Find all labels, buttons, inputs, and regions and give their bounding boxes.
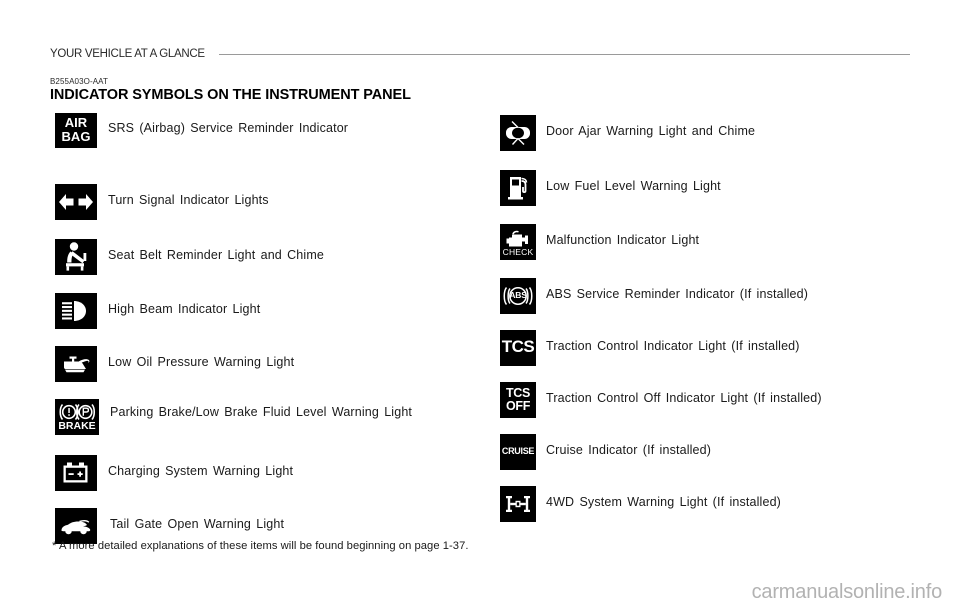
parking-brake-icon: BRAKE bbox=[55, 399, 99, 435]
symbol-label-malfunction: Malfunction Indicator Light bbox=[546, 233, 700, 247]
watermark: carmanualsonline.info bbox=[751, 581, 943, 603]
symbol-label-high-beam: High Beam Indicator Light bbox=[108, 302, 261, 316]
symbol-row-low-fuel: Low Fuel Level Warning Light bbox=[500, 170, 920, 206]
symbol-label-airbag: SRS (Airbag) Service Reminder Indicator bbox=[108, 121, 349, 135]
abs-icon: ABS bbox=[500, 278, 536, 314]
section-code: B255A03O-AAT bbox=[50, 77, 108, 86]
tcs-off-icon-label-line2: OFF bbox=[505, 399, 531, 413]
airbag-icon: AIR BAG bbox=[55, 113, 97, 148]
footnote-text: * A more detailed explanations of these … bbox=[52, 540, 469, 552]
tcs-off-icon: TCS OFF bbox=[500, 382, 536, 418]
turn-signal-icon bbox=[55, 184, 97, 220]
turn-signal-arrows-glyph bbox=[59, 194, 93, 210]
tcs-icon: TCS bbox=[500, 330, 536, 366]
symbol-label-oil-pressure: Low Oil Pressure Warning Light bbox=[108, 355, 295, 369]
left-symbol-column: AIR BAG SRS (Airbag) Service Reminder In… bbox=[55, 113, 475, 544]
symbol-row-tcs: TCS Traction Control Indicator Light (If… bbox=[500, 330, 920, 366]
cruise-icon: CRUISE bbox=[500, 434, 536, 470]
symbol-row-high-beam: High Beam Indicator Light bbox=[55, 293, 475, 329]
tail-gate-icon bbox=[55, 508, 97, 544]
right-symbol-column: Door Ajar Warning Light and Chime Low Fu… bbox=[500, 113, 920, 522]
abs-icon-label: ABS bbox=[509, 290, 527, 300]
tail-gate-car-glyph bbox=[61, 519, 91, 535]
symbol-label-turn-signal: Turn Signal Indicator Lights bbox=[108, 193, 269, 207]
seat-belt-person-glyph bbox=[66, 242, 87, 271]
symbol-row-oil-pressure: Low Oil Pressure Warning Light bbox=[55, 346, 475, 382]
fuel-pump-glyph bbox=[508, 177, 528, 200]
airbag-icon-label-line2: BAG bbox=[61, 129, 91, 144]
symbol-label-door-ajar: Door Ajar Warning Light and Chime bbox=[546, 124, 756, 138]
symbol-row-parking-brake: BRAKE Parking Brake/Low Brake Fluid Leve… bbox=[55, 399, 475, 446]
oil-can-glyph bbox=[64, 356, 90, 373]
seat-belt-icon bbox=[55, 239, 97, 275]
symbol-row-tail-gate: Tail Gate Open Warning Light bbox=[55, 508, 475, 544]
tcs-off-icon-label-line1: TCS bbox=[505, 386, 531, 400]
symbol-row-door-ajar: Door Ajar Warning Light and Chime bbox=[500, 115, 920, 151]
symbol-row-abs: ABS ABS Service Reminder Indicator (If i… bbox=[500, 278, 920, 314]
symbol-row-turn-signal: Turn Signal Indicator Lights bbox=[55, 184, 475, 220]
engine-check-icon-label: CHECK bbox=[502, 247, 534, 257]
symbol-row-four-wd: 4WD System Warning Light (If installed) bbox=[500, 486, 920, 522]
symbol-label-parking-brake: Parking Brake/Low Brake Fluid Level Warn… bbox=[110, 405, 413, 419]
parking-brake-icon-label: BRAKE bbox=[58, 420, 96, 432]
symbol-row-charging-system: Charging System Warning Light bbox=[55, 455, 475, 491]
engine-check-icon: CHECK bbox=[500, 224, 536, 260]
door-ajar-car-glyph bbox=[506, 121, 530, 145]
cruise-icon-label: CRUISE bbox=[501, 446, 535, 456]
symbol-row-seat-belt: Seat Belt Reminder Light and Chime bbox=[55, 239, 475, 275]
symbol-label-cruise: Cruise Indicator (If installed) bbox=[546, 443, 712, 457]
battery-glyph bbox=[63, 462, 88, 483]
fuel-pump-icon bbox=[500, 170, 536, 206]
symbol-row-cruise: CRUISE Cruise Indicator (If installed) bbox=[500, 434, 920, 470]
symbol-label-low-fuel: Low Fuel Level Warning Light bbox=[546, 179, 721, 193]
four-wd-drivetrain-glyph bbox=[506, 496, 530, 512]
oil-can-icon bbox=[55, 346, 97, 382]
high-beam-headlamp-glyph bbox=[62, 301, 86, 321]
page-title: INDICATOR SYMBOLS ON THE INSTRUMENT PANE… bbox=[50, 87, 411, 103]
symbol-label-abs: ABS Service Reminder Indicator (If insta… bbox=[546, 287, 809, 301]
symbol-label-seat-belt: Seat Belt Reminder Light and Chime bbox=[108, 248, 324, 262]
door-ajar-icon bbox=[500, 115, 536, 151]
symbol-label-four-wd: 4WD System Warning Light (If installed) bbox=[546, 495, 781, 509]
high-beam-icon bbox=[55, 293, 97, 329]
battery-icon bbox=[55, 455, 97, 491]
symbol-label-tail-gate: Tail Gate Open Warning Light bbox=[110, 517, 285, 531]
tcs-icon-label: TCS bbox=[501, 337, 535, 356]
symbol-row-tcs-off: TCS OFF Traction Control Off Indicator L… bbox=[500, 382, 920, 418]
page-header: YOUR VEHICLE AT A GLANCE bbox=[50, 44, 910, 64]
symbol-label-tcs-off: Traction Control Off Indicator Light (If… bbox=[546, 391, 822, 405]
header-divider-rule bbox=[218, 54, 910, 55]
airbag-icon-label-line1: AIR bbox=[64, 115, 88, 130]
symbol-label-charging-system: Charging System Warning Light bbox=[108, 464, 294, 478]
four-wd-icon bbox=[500, 486, 536, 522]
symbol-row-airbag: AIR BAG SRS (Airbag) Service Reminder In… bbox=[55, 113, 475, 165]
symbol-label-tcs: Traction Control Indicator Light (If ins… bbox=[546, 339, 800, 353]
header-title: YOUR VEHICLE AT A GLANCE bbox=[50, 48, 205, 60]
symbol-row-malfunction: CHECK Malfunction Indicator Light bbox=[500, 224, 920, 260]
